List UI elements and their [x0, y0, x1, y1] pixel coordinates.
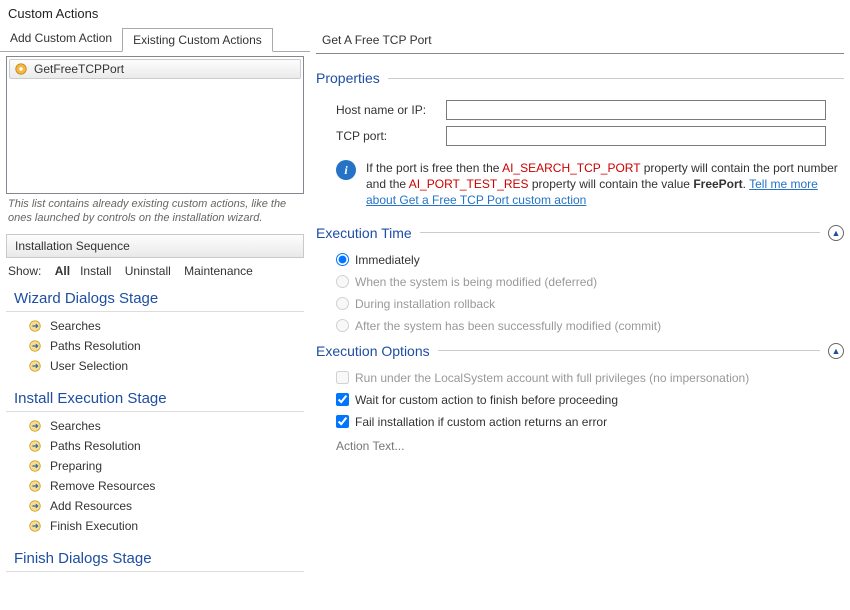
- arrow-icon: [28, 359, 42, 373]
- port-input[interactable]: [446, 126, 826, 146]
- radio-rollback: [336, 297, 349, 310]
- panel-title: Get A Free TCP Port: [316, 27, 844, 54]
- radio-commit: [336, 319, 349, 332]
- left-pane: Add Custom Action Existing Custom Action…: [0, 27, 310, 609]
- radio-deferred: [336, 275, 349, 288]
- show-label: Show:: [8, 264, 41, 278]
- show-filter-bar: Show: All Install Uninstall Maintenance: [0, 258, 310, 284]
- arrow-icon: [28, 439, 42, 453]
- stage-install-execution[interactable]: Install Execution Stage: [6, 384, 304, 412]
- host-label: Host name or IP:: [336, 103, 436, 117]
- arrow-icon: [28, 419, 42, 433]
- right-pane: Get A Free TCP Port Properties Host name…: [310, 27, 850, 609]
- check-label: Run under the LocalSystem account with f…: [355, 371, 749, 385]
- gear-icon: [14, 62, 28, 76]
- check-fail[interactable]: [336, 415, 349, 428]
- arrow-icon: [28, 479, 42, 493]
- group-properties: Properties: [316, 70, 844, 86]
- stage-item-label: Remove Resources: [50, 479, 155, 493]
- radio-label: Immediately: [355, 253, 420, 267]
- radio-label: During installation rollback: [355, 297, 495, 311]
- stage-item[interactable]: Add Resources: [0, 496, 310, 516]
- group-label: Execution Options: [316, 343, 430, 359]
- stage-item-label: Paths Resolution: [50, 439, 141, 453]
- stage-item[interactable]: Remove Resources: [0, 476, 310, 496]
- radio-immediately[interactable]: [336, 253, 349, 266]
- check-wait[interactable]: [336, 393, 349, 406]
- tab-bar: Add Custom Action Existing Custom Action…: [0, 27, 310, 52]
- action-text-link[interactable]: Action Text...: [336, 439, 844, 453]
- filter-all[interactable]: All: [55, 264, 70, 278]
- check-localsystem: [336, 371, 349, 384]
- stage-item[interactable]: Paths Resolution: [0, 336, 310, 356]
- group-label: Execution Time: [316, 225, 412, 241]
- stage-finish-dialogs[interactable]: Finish Dialogs Stage: [6, 544, 304, 572]
- arrow-icon: [28, 459, 42, 473]
- arrow-icon: [28, 319, 42, 333]
- stage-item[interactable]: Finish Execution: [0, 516, 310, 536]
- filter-uninstall[interactable]: Uninstall: [125, 264, 171, 278]
- stage-item[interactable]: Paths Resolution: [0, 436, 310, 456]
- custom-action-list[interactable]: GetFreeTCPPort: [6, 56, 304, 194]
- stage-item-label: Preparing: [50, 459, 102, 473]
- collapse-icon[interactable]: ▲: [828, 225, 844, 241]
- stage-wizard-dialogs[interactable]: Wizard Dialogs Stage: [6, 284, 304, 312]
- stage-item[interactable]: Preparing: [0, 456, 310, 476]
- tab-add-custom-action[interactable]: Add Custom Action: [0, 27, 122, 51]
- group-execution-time: Execution Time ▲: [316, 225, 844, 241]
- stage-item-label: Searches: [50, 419, 101, 433]
- list-item[interactable]: GetFreeTCPPort: [9, 59, 301, 79]
- stage-item-label: Add Resources: [50, 499, 132, 513]
- arrow-icon: [28, 339, 42, 353]
- filter-maintenance[interactable]: Maintenance: [184, 264, 253, 278]
- list-item-label: GetFreeTCPPort: [34, 62, 124, 76]
- stage-item[interactable]: Searches: [0, 316, 310, 336]
- info-text: If the port is free then the AI_SEARCH_T…: [366, 160, 844, 209]
- sequence-header: Installation Sequence: [6, 234, 304, 258]
- filter-install[interactable]: Install: [80, 264, 111, 278]
- arrow-icon: [28, 499, 42, 513]
- stage-item-label: Paths Resolution: [50, 339, 141, 353]
- list-hint: This list contains already existing cust…: [8, 198, 302, 226]
- check-label: Wait for custom action to finish before …: [355, 393, 618, 407]
- stage-item[interactable]: User Selection: [0, 356, 310, 376]
- port-label: TCP port:: [336, 129, 436, 143]
- stage-item[interactable]: Searches: [0, 416, 310, 436]
- check-label: Fail installation if custom action retur…: [355, 415, 607, 429]
- group-execution-options: Execution Options ▲: [316, 343, 844, 359]
- group-label: Properties: [316, 70, 380, 86]
- collapse-icon[interactable]: ▲: [828, 343, 844, 359]
- radio-label: When the system is being modified (defer…: [355, 275, 597, 289]
- page-title: Custom Actions: [0, 0, 850, 27]
- host-input[interactable]: [446, 100, 826, 120]
- arrow-icon: [28, 519, 42, 533]
- tab-existing-custom-actions[interactable]: Existing Custom Actions: [122, 28, 273, 52]
- stage-item-label: User Selection: [50, 359, 128, 373]
- radio-label: After the system has been successfully m…: [355, 319, 661, 333]
- stage-item-label: Finish Execution: [50, 519, 138, 533]
- stage-item-label: Searches: [50, 319, 101, 333]
- info-icon: i: [336, 160, 356, 180]
